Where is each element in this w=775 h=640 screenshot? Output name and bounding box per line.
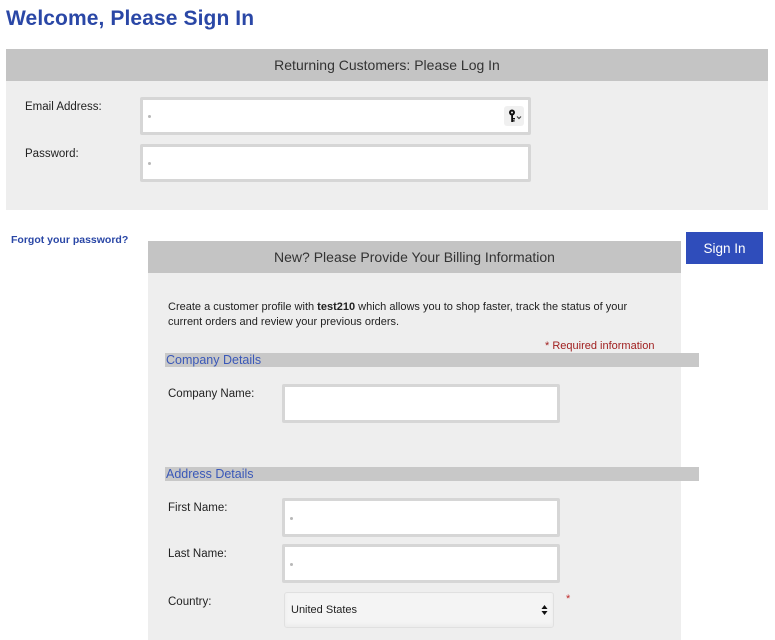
- email-label: Email Address:: [25, 101, 102, 113]
- input-placeholder-dot: [148, 115, 151, 118]
- store-name: test210: [317, 301, 356, 313]
- company-name-field[interactable]: [282, 384, 560, 423]
- country-label: Country:: [168, 596, 212, 608]
- billing-information-panel: New? Please Provide Your Billing Informa…: [148, 241, 699, 640]
- input-placeholder-dot: [148, 162, 151, 165]
- billing-header: New? Please Provide Your Billing Informa…: [148, 241, 681, 273]
- password-field[interactable]: [140, 144, 531, 182]
- first-name-label: First Name:: [168, 502, 228, 514]
- country-select[interactable]: United States: [284, 592, 554, 628]
- required-information-note: * Required information: [545, 340, 655, 352]
- billing-intro-text: Create a customer profile with test210 w…: [168, 300, 658, 330]
- last-name-field[interactable]: [282, 544, 560, 583]
- country-required-star: *: [566, 593, 571, 605]
- company-name-label: Company Name:: [168, 388, 255, 400]
- returning-customers-header: Returning Customers: Please Log In: [6, 49, 768, 81]
- sign-in-page: Welcome, Please Sign In Returning Custom…: [0, 0, 775, 640]
- key-icon[interactable]: [504, 106, 524, 126]
- sign-in-button[interactable]: Sign In: [686, 232, 763, 264]
- page-title: Welcome, Please Sign In: [6, 7, 255, 30]
- returning-customers-panel: Returning Customers: Please Log In Email…: [6, 49, 768, 210]
- first-name-field[interactable]: [282, 498, 560, 537]
- address-details-section: Address Details: [165, 467, 699, 481]
- forgot-password-link[interactable]: Forgot your password?: [11, 234, 128, 246]
- input-placeholder-dot: [290, 516, 293, 520]
- updown-arrows-icon: [541, 604, 548, 616]
- country-value: United States: [291, 604, 358, 616]
- intro-prefix: Create a customer profile with: [168, 301, 318, 313]
- company-details-section: Company Details: [165, 353, 699, 367]
- last-name-label: Last Name:: [168, 548, 227, 560]
- password-label: Password:: [25, 148, 79, 160]
- input-placeholder-dot: [290, 562, 293, 566]
- email-field[interactable]: [140, 97, 531, 135]
